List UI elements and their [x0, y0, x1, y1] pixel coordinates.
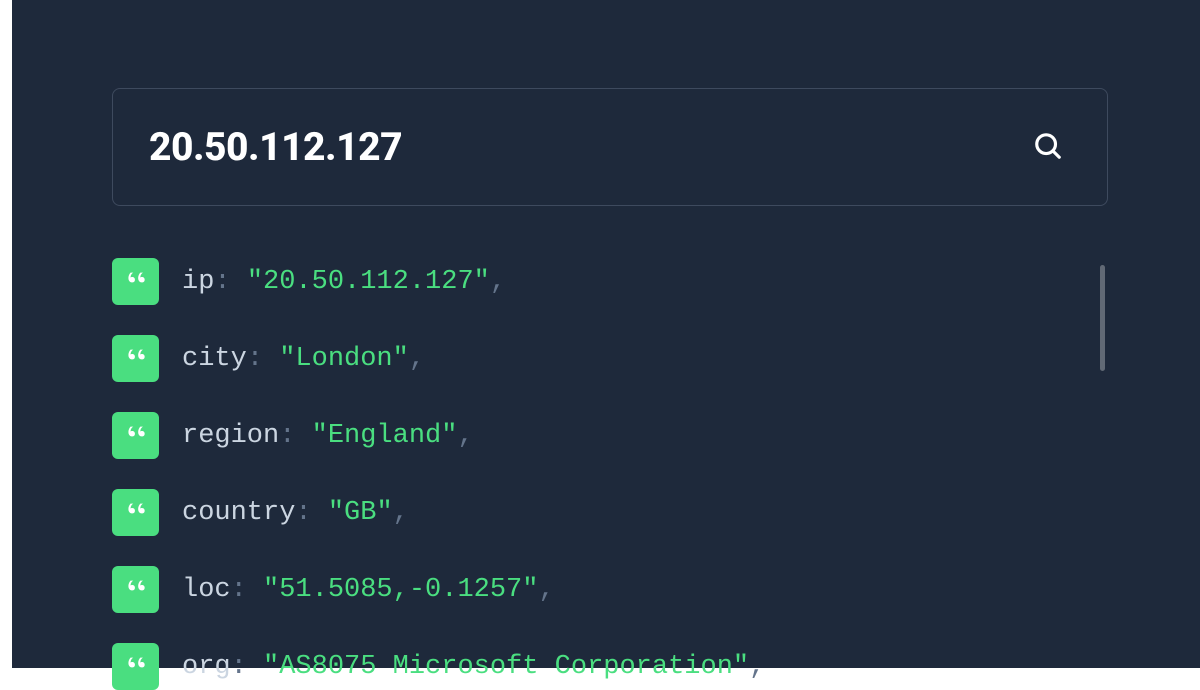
results-list: ip: "20.50.112.127", city: "London", reg…	[112, 258, 1108, 690]
search-icon	[1033, 131, 1063, 164]
search-input[interactable]	[149, 124, 1025, 170]
comma: ,	[457, 421, 473, 451]
result-key: loc	[182, 575, 231, 605]
quotes-icon	[123, 341, 149, 376]
result-key: region	[182, 421, 279, 451]
comma: ,	[749, 652, 765, 682]
result-value: "20.50.112.127"	[247, 267, 490, 297]
result-row: ip: "20.50.112.127",	[112, 258, 1108, 305]
result-key: org	[182, 652, 231, 682]
string-type-badge	[112, 335, 159, 382]
result-value: "AS8075 Microsoft Corporation"	[263, 652, 749, 682]
result-row: country: "GB",	[112, 489, 1108, 536]
result-text: country: "GB",	[182, 498, 409, 528]
quotes-icon	[123, 264, 149, 299]
result-row: org: "AS8075 Microsoft Corporation",	[112, 643, 1108, 690]
scrollbar-thumb[interactable]	[1100, 265, 1105, 371]
colon: :	[214, 267, 246, 297]
result-text: ip: "20.50.112.127",	[182, 267, 506, 297]
result-row: city: "London",	[112, 335, 1108, 382]
string-type-badge	[112, 258, 159, 305]
result-key: ip	[182, 267, 214, 297]
result-value: "London"	[279, 344, 409, 374]
search-container	[112, 88, 1108, 206]
comma: ,	[409, 344, 425, 374]
quotes-icon	[123, 649, 149, 684]
quotes-icon	[123, 418, 149, 453]
quotes-icon	[123, 495, 149, 530]
string-type-badge	[112, 489, 159, 536]
search-button[interactable]	[1025, 123, 1071, 172]
result-value: "GB"	[328, 498, 393, 528]
result-row: loc: "51.5085,-0.1257",	[112, 566, 1108, 613]
string-type-badge	[112, 643, 159, 690]
result-value: "51.5085,-0.1257"	[263, 575, 538, 605]
result-value: "England"	[312, 421, 458, 451]
result-key: city	[182, 344, 247, 374]
result-row: region: "England",	[112, 412, 1108, 459]
result-key: country	[182, 498, 295, 528]
comma: ,	[393, 498, 409, 528]
result-text: region: "England",	[182, 421, 474, 451]
string-type-badge	[112, 566, 159, 613]
colon: :	[247, 344, 279, 374]
colon: :	[231, 652, 263, 682]
comma: ,	[490, 267, 506, 297]
quotes-icon	[123, 572, 149, 607]
comma: ,	[538, 575, 554, 605]
colon: :	[295, 498, 327, 528]
result-text: org: "AS8075 Microsoft Corporation",	[182, 652, 765, 682]
string-type-badge	[112, 412, 159, 459]
result-text: loc: "51.5085,-0.1257",	[182, 575, 555, 605]
colon: :	[231, 575, 263, 605]
ip-lookup-panel: ip: "20.50.112.127", city: "London", reg…	[12, 0, 1200, 668]
colon: :	[279, 421, 311, 451]
result-text: city: "London",	[182, 344, 425, 374]
